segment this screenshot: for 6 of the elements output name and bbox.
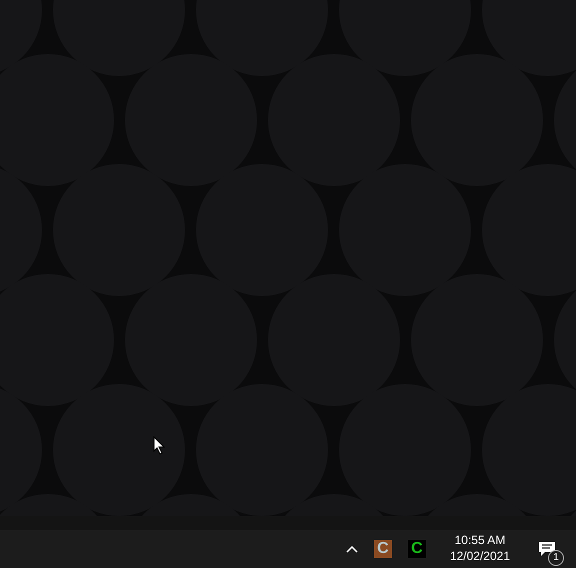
tray-app-icon[interactable]: C	[408, 540, 426, 558]
notification-count: 1	[548, 550, 564, 566]
clock[interactable]: 10:55 AM 12/02/2021	[450, 533, 510, 565]
tray-app-icon[interactable]: C	[374, 540, 392, 558]
cursor-icon	[153, 436, 165, 455]
show-hidden-icons-caret-icon[interactable]	[346, 546, 358, 552]
